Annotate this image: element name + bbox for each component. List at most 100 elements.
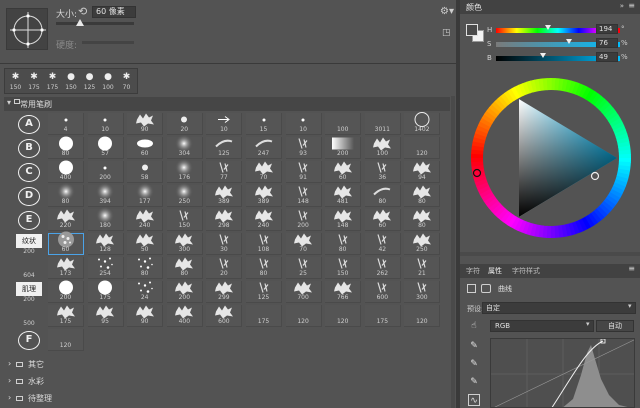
- brush-preset[interactable]: 125: [206, 137, 243, 159]
- brush-preset[interactable]: 70: [285, 233, 322, 255]
- eyedropper-gray-icon[interactable]: ✎: [468, 358, 480, 370]
- brush-preset[interactable]: 80: [48, 182, 84, 207]
- eyedropper-white-icon[interactable]: ✎: [468, 376, 480, 388]
- brush-preset[interactable]: 120: [48, 329, 84, 351]
- brush-preset[interactable]: 93: [285, 137, 322, 159]
- brush-preset[interactable]: 300: [166, 233, 203, 255]
- tab-character-styles[interactable]: 字符样式: [512, 266, 540, 276]
- brush-preset[interactable]: 10: [87, 113, 124, 135]
- brush-preset[interactable]: 77: [206, 161, 243, 183]
- brush-preset[interactable]: 70: [246, 161, 282, 183]
- chevron-down-icon[interactable]: ▾: [586, 320, 590, 328]
- brush-preset[interactable]: 148: [325, 209, 362, 231]
- brush-preset[interactable]: 100: [364, 137, 401, 159]
- brush-preset[interactable]: 200: [166, 281, 203, 303]
- channel-select[interactable]: RGB: [490, 320, 594, 332]
- brush-preset[interactable]: 175: [87, 280, 124, 303]
- brush-preset[interactable]: 60: [48, 231, 84, 255]
- brush-preset[interactable]: 128: [87, 233, 124, 255]
- brush-preset[interactable]: 90: [127, 305, 164, 327]
- brush-preset[interactable]: 250: [404, 233, 441, 255]
- recent-brush[interactable]: ● 100: [101, 71, 116, 93]
- brush-preset[interactable]: 57: [87, 136, 124, 159]
- brush-preset[interactable]: 389: [206, 185, 243, 207]
- brush-preset[interactable]: 200: [48, 280, 84, 303]
- brush-preset[interactable]: 240: [246, 209, 282, 231]
- hardness-slider-track[interactable]: [82, 41, 134, 44]
- brush-preset[interactable]: 1402: [404, 112, 441, 135]
- brush-preset[interactable]: 120: [404, 137, 441, 159]
- brush-preset[interactable]: 175: [246, 305, 282, 327]
- recent-brush[interactable]: ● 125: [82, 71, 97, 93]
- curves-adjustment-icon[interactable]: [467, 284, 476, 293]
- brush-preset[interactable]: 80: [48, 136, 84, 159]
- brush-preset[interactable]: 80: [166, 257, 203, 279]
- brush-preset[interactable]: 240: [127, 209, 164, 231]
- target-adjust-icon[interactable]: ☝: [468, 320, 480, 332]
- slider-thumb[interactable]: [565, 39, 572, 44]
- brush-preset[interactable]: 150: [166, 209, 203, 231]
- brush-preset[interactable]: 200: [285, 209, 322, 231]
- preset-select[interactable]: 自定: [482, 302, 636, 314]
- brush-preset[interactable]: 254: [87, 257, 124, 279]
- brush-preset[interactable]: 394: [87, 182, 124, 207]
- brush-preset[interactable]: 481: [325, 185, 362, 207]
- size-slider-thumb[interactable]: [76, 19, 84, 26]
- brush-preset[interactable]: 20: [206, 257, 243, 279]
- brush-preset[interactable]: 600: [206, 305, 243, 327]
- brush-preset[interactable]: 389: [246, 185, 282, 207]
- brush-preset[interactable]: 3011: [364, 113, 401, 135]
- brush-preset[interactable]: 150: [325, 257, 362, 279]
- brush-preset[interactable]: 90: [127, 113, 164, 135]
- brush-preset[interactable]: 298: [206, 209, 243, 231]
- auto-button[interactable]: 自动: [596, 320, 634, 332]
- brush-preset[interactable]: 80: [404, 209, 441, 231]
- eyedropper-black-icon[interactable]: ✎: [468, 340, 480, 352]
- brush-preset[interactable]: 95: [87, 305, 124, 327]
- brush-preset[interactable]: 60: [364, 209, 401, 231]
- gear-icon[interactable]: ⚙▾: [440, 6, 454, 17]
- color-panel-tab[interactable]: 颜色 » ≡: [460, 0, 640, 14]
- foreground-color-swatch[interactable]: [466, 24, 478, 36]
- recent-brush[interactable]: ● 150: [64, 71, 79, 93]
- slider-thumb[interactable]: [544, 25, 551, 30]
- chevron-right-icon[interactable]: ›: [8, 393, 11, 402]
- brush-preset[interactable]: 299: [206, 281, 243, 303]
- brush-preset[interactable]: 80: [127, 257, 164, 279]
- brush-preset[interactable]: 220: [48, 209, 84, 231]
- brush-preset[interactable]: 125: [246, 281, 282, 303]
- brush-preset[interactable]: 80: [404, 185, 441, 207]
- chevron-right-icon[interactable]: ›: [8, 376, 11, 385]
- brush-preset[interactable]: 247: [246, 137, 282, 159]
- menu-icon[interactable]: ≡: [628, 1, 635, 10]
- brush-preset[interactable]: 50: [127, 233, 164, 255]
- curve-graph[interactable]: [490, 338, 635, 408]
- brush-preset[interactable]: 400: [48, 160, 84, 183]
- brush-preset[interactable]: 200: [325, 137, 362, 159]
- brush-preset[interactable]: 42: [364, 233, 401, 255]
- brush-preset[interactable]: 600: [364, 281, 401, 303]
- brush-angle-preview[interactable]: [6, 8, 48, 50]
- brush-preset[interactable]: 100: [325, 113, 362, 135]
- brush-preset[interactable]: 177: [127, 182, 164, 207]
- brush-preset[interactable]: 24: [127, 281, 164, 303]
- brush-preset[interactable]: 60: [325, 161, 362, 183]
- tab-character[interactable]: 字符: [466, 266, 480, 276]
- hue-input[interactable]: 194: [596, 24, 618, 34]
- brush-preset[interactable]: 10: [206, 113, 243, 135]
- mask-icon[interactable]: [481, 284, 491, 293]
- brush-preset[interactable]: 120: [325, 305, 362, 327]
- recent-brush[interactable]: ✱ 175: [27, 71, 42, 93]
- brush-preset[interactable]: 15: [246, 113, 282, 135]
- menu-icon[interactable]: ≡: [628, 264, 635, 273]
- chevron-right-icon[interactable]: ›: [8, 359, 11, 368]
- brush-preset[interactable]: 262: [364, 257, 401, 279]
- brush-preset[interactable]: 30: [206, 233, 243, 255]
- brush-preset[interactable]: 148: [285, 185, 322, 207]
- recent-brush[interactable]: ✱ 70: [119, 71, 134, 93]
- brush-preset[interactable]: 80: [325, 233, 362, 255]
- brush-preset[interactable]: 36: [364, 161, 401, 183]
- brush-group-header[interactable]: ▾ 常用笔刷: [4, 97, 450, 111]
- brush-preset[interactable]: 4: [48, 113, 84, 135]
- brush-preset[interactable]: 108: [246, 233, 282, 255]
